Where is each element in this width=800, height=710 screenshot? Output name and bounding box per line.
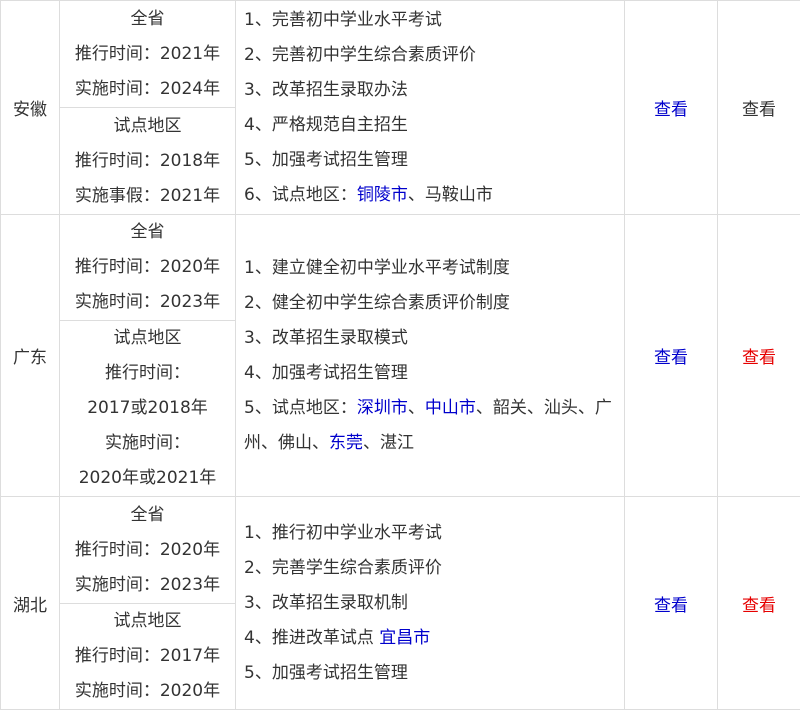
promote-time: 推行时间：2018年 — [60, 144, 235, 179]
list-item: 5、加强考试招生管理 — [244, 143, 618, 178]
table-row: 广东 全省 推行时间：2020年 实施时间：2023年 1、建立健全初中学业水平… — [1, 215, 800, 321]
view-cell: 查看 — [625, 215, 718, 497]
view-link[interactable]: 查看 — [654, 596, 688, 616]
full-province-cell: 全省 推行时间：2020年 实施时间：2023年 — [60, 497, 236, 604]
view-cell: 查看 — [625, 1, 718, 215]
promote-time: 推行时间：2020年 — [60, 250, 235, 285]
implement-time: 实施时间： — [60, 426, 235, 461]
implement-time: 实施时间：2020年 — [60, 674, 235, 709]
promote-time: 推行时间：2017年 — [60, 639, 235, 674]
list-item: 4、加强考试招生管理 — [244, 356, 618, 391]
province-name: 安徽 — [13, 100, 47, 120]
view-link-2[interactable]: 查看 — [742, 596, 776, 616]
implement-time: 实施时间：2024年 — [60, 72, 235, 107]
city-link-shenzhen[interactable]: 深圳市 — [357, 398, 408, 418]
province-name: 湖北 — [13, 596, 47, 616]
list-item-pilot: 4、推进改革试点 宜昌市 — [244, 621, 618, 656]
table-row: 湖北 全省 推行时间：2020年 实施时间：2023年 1、推行初中学业水平考试… — [1, 497, 800, 604]
reform-items-cell: 1、建立健全初中学业水平考试制度 2、健全初中学生综合素质评价制度 3、改革招生… — [236, 215, 625, 497]
list-item: 2、完善初中学生综合素质评价 — [244, 38, 618, 73]
implement-time: 实施时间：2023年 — [60, 568, 235, 603]
pilot-region-cell: 试点地区 推行时间：2018年 实施事假：2021年 — [60, 108, 236, 215]
scope-label: 全省 — [60, 498, 235, 533]
scope-label: 试点地区 — [60, 109, 235, 144]
list-item: 4、严格规范自主招生 — [244, 108, 618, 143]
promote-time: 推行时间： — [60, 356, 235, 391]
view-link[interactable]: 查看 — [654, 100, 688, 120]
scope-label: 试点地区 — [60, 604, 235, 639]
list-item: 1、完善初中学业水平考试 — [244, 3, 618, 38]
city-link-zhongshan[interactable]: 中山市 — [425, 398, 476, 418]
scope-label: 全省 — [60, 2, 235, 37]
pilot-region-cell: 试点地区 推行时间：2017年 实施时间：2020年 — [60, 604, 236, 710]
list-item-pilot: 5、试点地区：深圳市、中山市、韶关、汕头、广州、佛山、东莞、湛江 — [244, 391, 618, 461]
view-cell: 查看 — [625, 497, 718, 710]
implement-time: 实施事假：2021年 — [60, 179, 235, 214]
city-link-dongguan[interactable]: 东莞 — [329, 433, 363, 453]
list-item: 3、改革招生录取办法 — [244, 73, 618, 108]
reform-items-cell: 1、完善初中学业水平考试 2、完善初中学生综合素质评价 3、改革招生录取办法 4… — [236, 1, 625, 215]
pilot-region-cell: 试点地区 推行时间： 2017或2018年 实施时间： 2020年或2021年 — [60, 321, 236, 497]
full-province-cell: 全省 推行时间：2021年 实施时间：2024年 — [60, 1, 236, 108]
view-link[interactable]: 查看 — [654, 348, 688, 368]
list-item: 3、改革招生录取模式 — [244, 321, 618, 356]
city-link-yichang[interactable]: 宜昌市 — [379, 628, 430, 648]
list-item: 2、健全初中学生综合素质评价制度 — [244, 286, 618, 321]
view-cell-2: 查看 — [718, 1, 800, 215]
reform-items-cell: 1、推行初中学业水平考试 2、完善学生综合素质评价 3、改革招生录取机制 4、推… — [236, 497, 625, 710]
province-cell: 广东 — [1, 215, 60, 497]
promote-time: 推行时间：2020年 — [60, 533, 235, 568]
list-item: 1、推行初中学业水平考试 — [244, 516, 618, 551]
table-row: 安徽 全省 推行时间：2021年 实施时间：2024年 1、完善初中学业水平考试… — [1, 1, 800, 108]
list-item: 1、建立健全初中学业水平考试制度 — [244, 251, 618, 286]
province-cell: 安徽 — [1, 1, 60, 215]
scope-label: 全省 — [60, 215, 235, 250]
promote-value: 2017或2018年 — [60, 391, 235, 426]
education-reform-table: 安徽 全省 推行时间：2021年 实施时间：2024年 1、完善初中学业水平考试… — [0, 0, 800, 710]
view-cell-2: 查看 — [718, 497, 800, 710]
list-item-pilot: 6、试点地区：铜陵市、马鞍山市 — [244, 178, 618, 213]
list-item: 2、完善学生综合素质评价 — [244, 551, 618, 586]
city-link-tongling[interactable]: 铜陵市 — [357, 185, 408, 205]
implement-time: 实施时间：2023年 — [60, 285, 235, 320]
province-cell: 湖北 — [1, 497, 60, 710]
province-name: 广东 — [13, 348, 47, 368]
list-item: 3、改革招生录取机制 — [244, 586, 618, 621]
view-cell-2: 查看 — [718, 215, 800, 497]
list-item: 5、加强考试招生管理 — [244, 656, 618, 691]
full-province-cell: 全省 推行时间：2020年 实施时间：2023年 — [60, 215, 236, 321]
scope-label: 试点地区 — [60, 321, 235, 356]
view-link-2[interactable]: 查看 — [742, 100, 776, 120]
view-link-2[interactable]: 查看 — [742, 348, 776, 368]
implement-value: 2020年或2021年 — [60, 461, 235, 496]
promote-time: 推行时间：2021年 — [60, 37, 235, 72]
